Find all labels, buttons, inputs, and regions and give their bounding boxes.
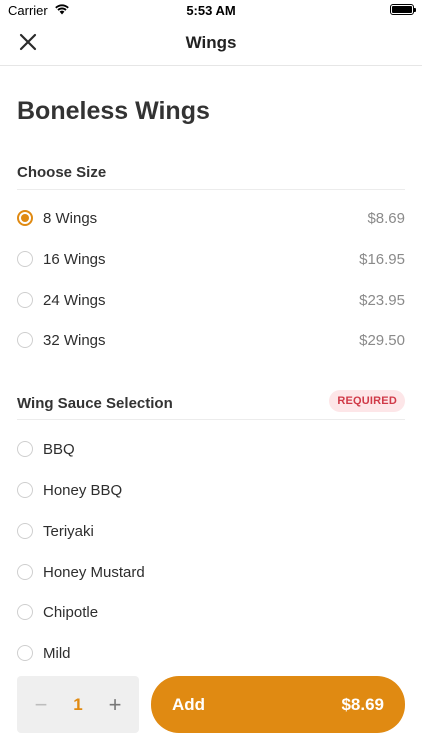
screen: Carrier 5:53 AM Wings Boneless Wings Cho… — [0, 0, 422, 750]
radio-dot — [21, 214, 29, 222]
status-time: 5:53 AM — [186, 3, 236, 18]
quantity-value: 1 — [73, 694, 83, 714]
size-option-label: 24 Wings — [43, 291, 106, 309]
size-option-32-wings[interactable]: 32 Wings $29.50 — [17, 325, 405, 355]
sauce-option-honey-bbq[interactable]: Honey BBQ — [17, 475, 405, 505]
add-to-cart-button[interactable]: Add $8.69 — [151, 676, 405, 733]
size-radio[interactable] — [17, 210, 33, 226]
sauce-option-honey-mustard[interactable]: Honey Mustard — [17, 557, 405, 587]
sauce-radio[interactable] — [17, 645, 33, 661]
battery-icon — [390, 4, 416, 15]
size-option-24-wings[interactable]: 24 Wings $23.95 — [17, 285, 405, 315]
size-option-label: 8 Wings — [43, 209, 98, 227]
size-section-title: Choose Size — [17, 164, 107, 181]
sauce-radio[interactable] — [17, 564, 33, 580]
sauce-radio[interactable] — [17, 482, 33, 498]
decrement-button[interactable]: − — [31, 693, 51, 716]
sauce-radio[interactable] — [17, 604, 33, 620]
size-option-label: 32 Wings — [43, 331, 106, 349]
size-radio[interactable] — [17, 332, 33, 348]
nav-bar: Wings — [0, 22, 422, 66]
status-bar: Carrier 5:53 AM — [0, 0, 422, 22]
sauce-option-label: Honey Mustard — [43, 563, 145, 581]
sauce-option-teriyaki[interactable]: Teriyaki — [17, 516, 405, 546]
size-option-label: 16 Wings — [43, 250, 106, 268]
size-radio[interactable] — [17, 251, 33, 267]
nav-title: Wings — [185, 33, 237, 52]
size-section-header: Choose Size — [17, 160, 405, 190]
sauce-option-label: Honey BBQ — [43, 481, 123, 499]
sauce-option-label: Teriyaki — [43, 522, 94, 540]
increment-button[interactable]: + — [105, 693, 125, 716]
quantity-stepper: − 1 + — [17, 676, 139, 733]
size-option-price: $23.95 — [359, 291, 405, 309]
bottom-bar: − 1 + Add $8.69 — [0, 662, 422, 750]
sauce-option-chipotle[interactable]: Chipotle — [17, 597, 405, 627]
size-option-8-wings[interactable]: 8 Wings $8.69 — [17, 203, 405, 233]
sauce-option-label: BBQ — [43, 440, 75, 458]
required-badge: REQUIRED — [329, 390, 405, 412]
sauce-radio[interactable] — [17, 523, 33, 539]
sauce-radio[interactable] — [17, 441, 33, 457]
sauce-option-bbq[interactable]: BBQ — [17, 434, 405, 464]
size-option-price: $16.95 — [359, 250, 405, 268]
size-option-price: $29.50 — [359, 331, 405, 349]
item-title: Boneless Wings — [17, 97, 210, 125]
sauce-option-label: Chipotle — [43, 603, 99, 621]
add-button-price: $8.69 — [341, 694, 384, 714]
sauce-section-title: Wing Sauce Selection — [17, 395, 173, 412]
size-option-price: $8.69 — [367, 209, 405, 227]
size-radio[interactable] — [17, 292, 33, 308]
size-option-16-wings[interactable]: 16 Wings $16.95 — [17, 244, 405, 274]
sauce-section-header: Wing Sauce Selection REQUIRED — [17, 390, 405, 420]
sauce-option-label: Mild — [43, 644, 71, 662]
add-button-label: Add — [172, 694, 206, 714]
